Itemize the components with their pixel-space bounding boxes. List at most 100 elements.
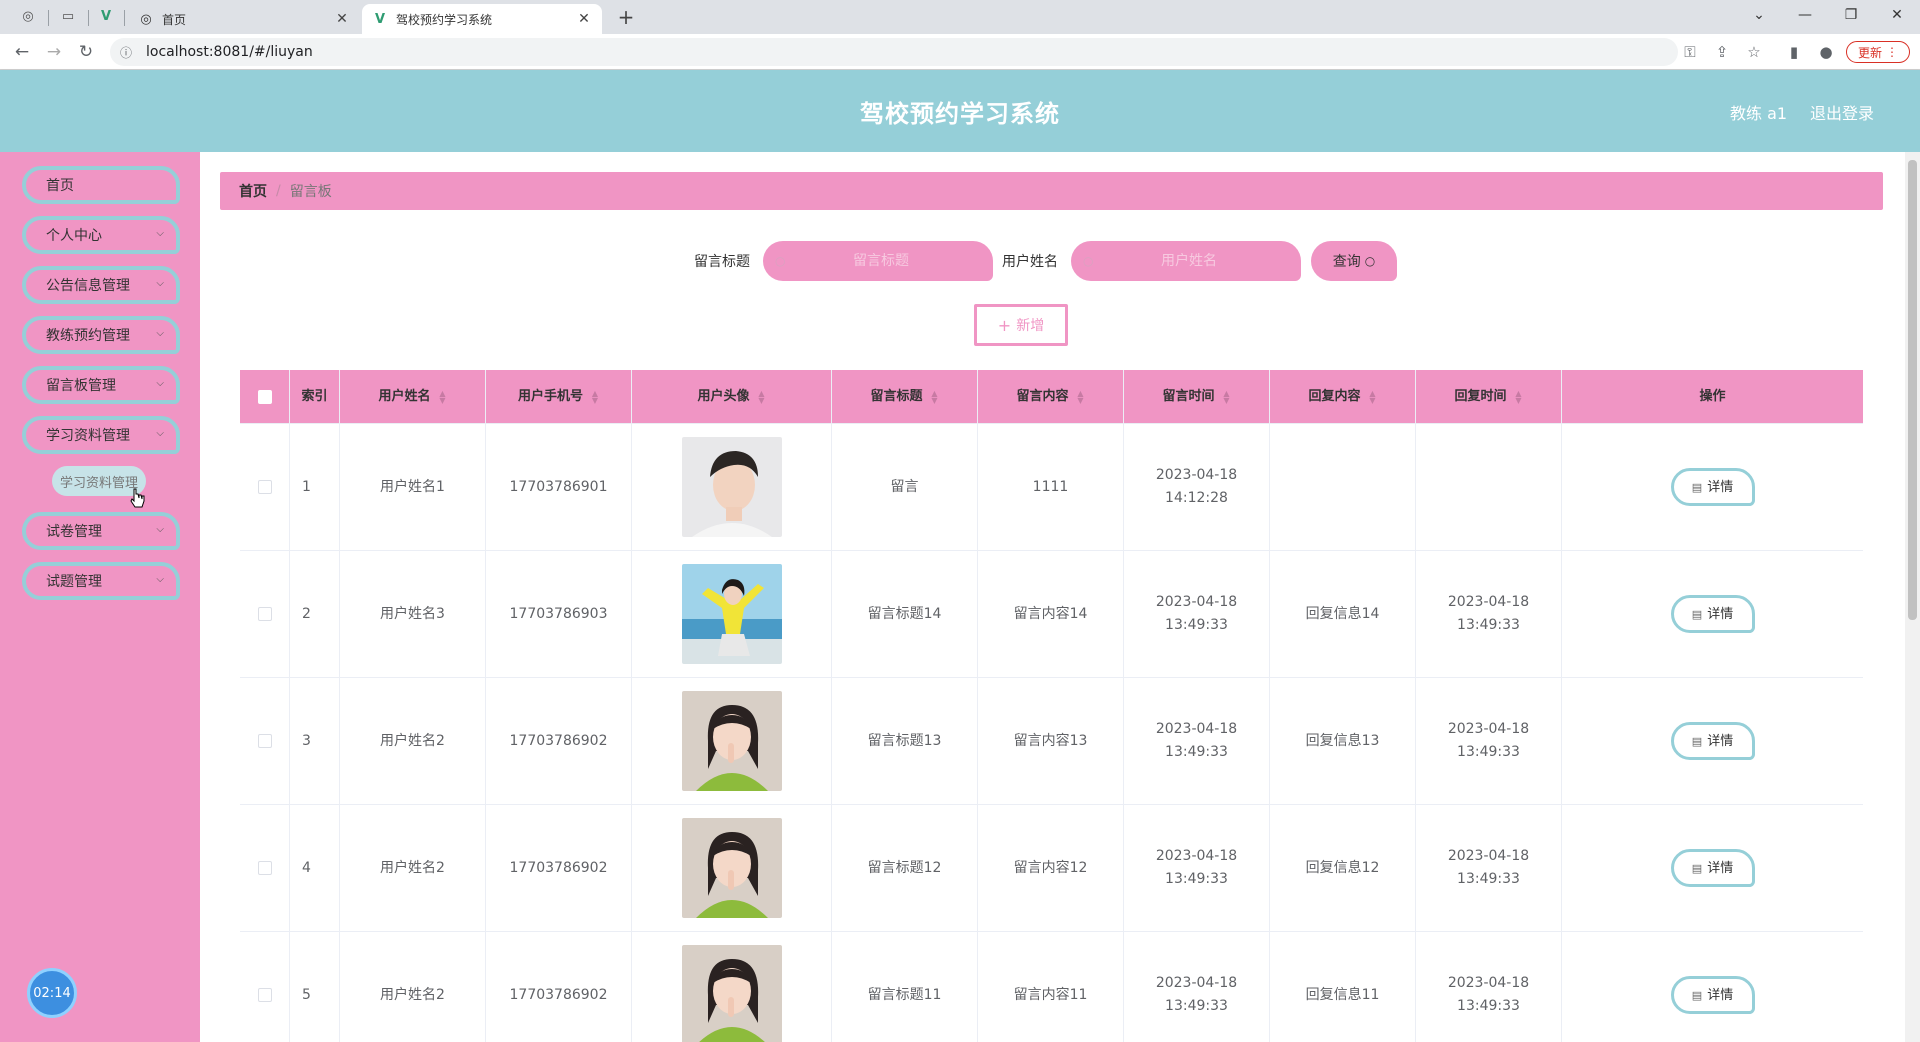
row-checkbox[interactable] [257,607,272,621]
cell-index: 3 [290,678,340,804]
new-tab-button[interactable]: + [614,5,638,29]
column-header-phone[interactable]: 用户手机号 ▲ ▼ [486,370,632,423]
column-header-label: 留言时间 [1162,389,1215,404]
cell-actions: ▤ 详情 [1562,678,1863,804]
sidebar-item-study-material[interactable]: 学习资料管理 ⌵ [22,416,180,454]
title-search-field[interactable]: ○ [763,241,993,281]
column-header-avatar[interactable]: 用户头像 ▲ ▼ [632,370,832,423]
browser-tab-home[interactable]: ◎ 首页 ✕ [128,4,360,34]
cell-reply-time: 2023-04-18 13:49:33 [1416,551,1562,677]
browser-tab-active[interactable]: V 驾校预约学习系统 ✕ [362,4,602,34]
name-search-label: 用户姓名 [1002,254,1058,270]
page-scrollbar[interactable] [1905,152,1920,1042]
row-select-cell [240,932,290,1042]
sort-icon[interactable]: ▲ ▼ [591,389,599,404]
name-search-input[interactable] [1099,253,1279,269]
title-search-label: 留言标题 [694,254,750,270]
row-checkbox[interactable] [257,861,272,875]
sidebar-item-question[interactable]: 试题管理 ⌵ [22,562,180,600]
sort-icon[interactable]: ▲ ▼ [758,389,766,404]
app-header: 驾校预约学习系统 教练 a1 退出登录 [0,70,1920,152]
row-checkbox[interactable] [257,988,272,1002]
column-header-reply-time[interactable]: 回复时间 ▲ ▼ [1416,370,1562,423]
cell-reply: 回复信息11 [1270,932,1416,1042]
key-icon[interactable]: ⚿ [1678,40,1702,64]
chevron-down-icon: ⌵ [156,428,164,439]
search-bar: 留言标题 ○ 用户姓名 ○ 查询 ○ [200,241,1905,281]
profile-icon[interactable]: ● [1814,40,1838,64]
sidebar-toggle-icon[interactable]: ▮ [1782,40,1806,64]
row-select-cell [240,678,290,804]
column-header-label: 回复内容 [1308,389,1361,404]
query-button[interactable]: 查询 ○ [1311,241,1397,281]
breadcrumb: 首页 / 留言板 [220,172,1883,210]
cell-content: 留言内容13 [978,678,1124,804]
sidebar-item-message-board[interactable]: 留言板管理 ⌵ [22,366,180,404]
sidebar-item-exam-paper[interactable]: 试卷管理 ⌵ [22,512,180,550]
logout-button[interactable]: 退出登录 [1810,100,1874,124]
row-checkbox[interactable] [257,734,272,748]
detail-button[interactable]: ▤ 详情 [1670,595,1755,633]
update-button[interactable]: 更新 ⋮ [1846,41,1910,63]
main-content: 首页 / 留言板 留言标题 ○ 用户姓名 ○ 查询 ○ + 新增 索引 用户姓名… [200,152,1905,1042]
sidebar-item-coach-booking[interactable]: 教练预约管理 ⌵ [22,316,180,354]
detail-button[interactable]: ▤ 详情 [1670,849,1755,887]
tab-search-icon[interactable]: ⌄ [1736,0,1782,30]
column-header-title[interactable]: 留言标题 ▲ ▼ [832,370,978,423]
sort-icon[interactable]: ▲ ▼ [1077,389,1085,404]
cell-reply: 回复信息14 [1270,551,1416,677]
breadcrumb-home[interactable]: 首页 [239,181,267,201]
star-icon[interactable]: ☆ [1742,40,1766,64]
column-header-reply[interactable]: 回复内容 ▲ ▼ [1270,370,1416,423]
detail-label: 详情 [1707,860,1734,876]
sidebar-item-home[interactable]: 首页 [22,166,180,204]
sort-icon[interactable]: ▲ ▼ [1369,389,1377,404]
info-icon[interactable]: ⓘ [120,44,136,61]
share-icon[interactable]: ⇪ [1710,40,1734,64]
column-header-label: 回复时间 [1454,389,1507,404]
cell-avatar [632,932,832,1042]
cell-name: 用户姓名2 [340,932,486,1042]
sort-icon[interactable]: ▲ ▼ [439,389,447,404]
close-icon[interactable]: ✕ [576,11,592,27]
forward-icon[interactable]: → [42,40,66,64]
query-label: 查询 [1332,254,1361,270]
window-close-button[interactable]: ✕ [1874,0,1920,30]
detail-button[interactable]: ▤ 详情 [1670,722,1755,760]
sidebar-item-personal-center[interactable]: 个人中心 ⌵ [22,216,180,254]
tab-separator [124,10,125,26]
restore-button[interactable]: ❐ [1828,0,1874,30]
sidebar: 首页 个人中心 ⌵ 公告信息管理 ⌵ 教练预约管理 ⌵ 留言板管理 ⌵ 学习资料… [0,152,200,1042]
sidebar-item-label: 教练预约管理 [46,328,130,344]
detail-button[interactable]: ▤ 详情 [1670,468,1755,506]
chevron-down-icon: ⌵ [156,328,164,339]
scrollbar-thumb[interactable] [1908,160,1917,620]
close-icon[interactable]: ✕ [334,11,350,27]
detail-label: 详情 [1707,606,1734,622]
add-button[interactable]: + 新增 [974,304,1068,346]
back-icon[interactable]: ← [10,40,34,64]
column-header-content[interactable]: 留言内容 ▲ ▼ [978,370,1124,423]
reload-icon[interactable]: ↻ [74,40,98,64]
select-all-checkbox[interactable] [257,389,272,404]
column-header-name[interactable]: 用户姓名 ▲ ▼ [340,370,486,423]
page-icon[interactable]: ▭ [60,8,76,24]
sidebar-item-notice[interactable]: 公告信息管理 ⌵ [22,266,180,304]
app-title: 驾校预约学习系统 [860,100,1060,128]
globe-icon[interactable]: ◎ [20,8,36,24]
sort-icon[interactable]: ▲ ▼ [1223,389,1231,404]
sort-icon[interactable]: ▲ ▼ [931,389,939,404]
cell-name: 用户姓名2 [340,678,486,804]
timer-badge[interactable]: 02:14 [27,968,77,1018]
vue-logo-icon[interactable]: V [98,8,114,24]
sort-icon[interactable]: ▲ ▼ [1515,389,1523,404]
detail-button[interactable]: ▤ 详情 [1670,976,1755,1014]
name-search-field[interactable]: ○ [1071,241,1301,281]
title-search-input[interactable] [791,253,971,269]
column-header-time[interactable]: 留言时间 ▲ ▼ [1124,370,1270,423]
cell-actions: ▤ 详情 [1562,424,1863,550]
minimize-button[interactable]: — [1782,0,1828,30]
cell-avatar [632,678,832,804]
url-field[interactable]: ⓘ localhost:8081/#/liuyan [110,38,1678,66]
row-checkbox[interactable] [257,480,272,494]
